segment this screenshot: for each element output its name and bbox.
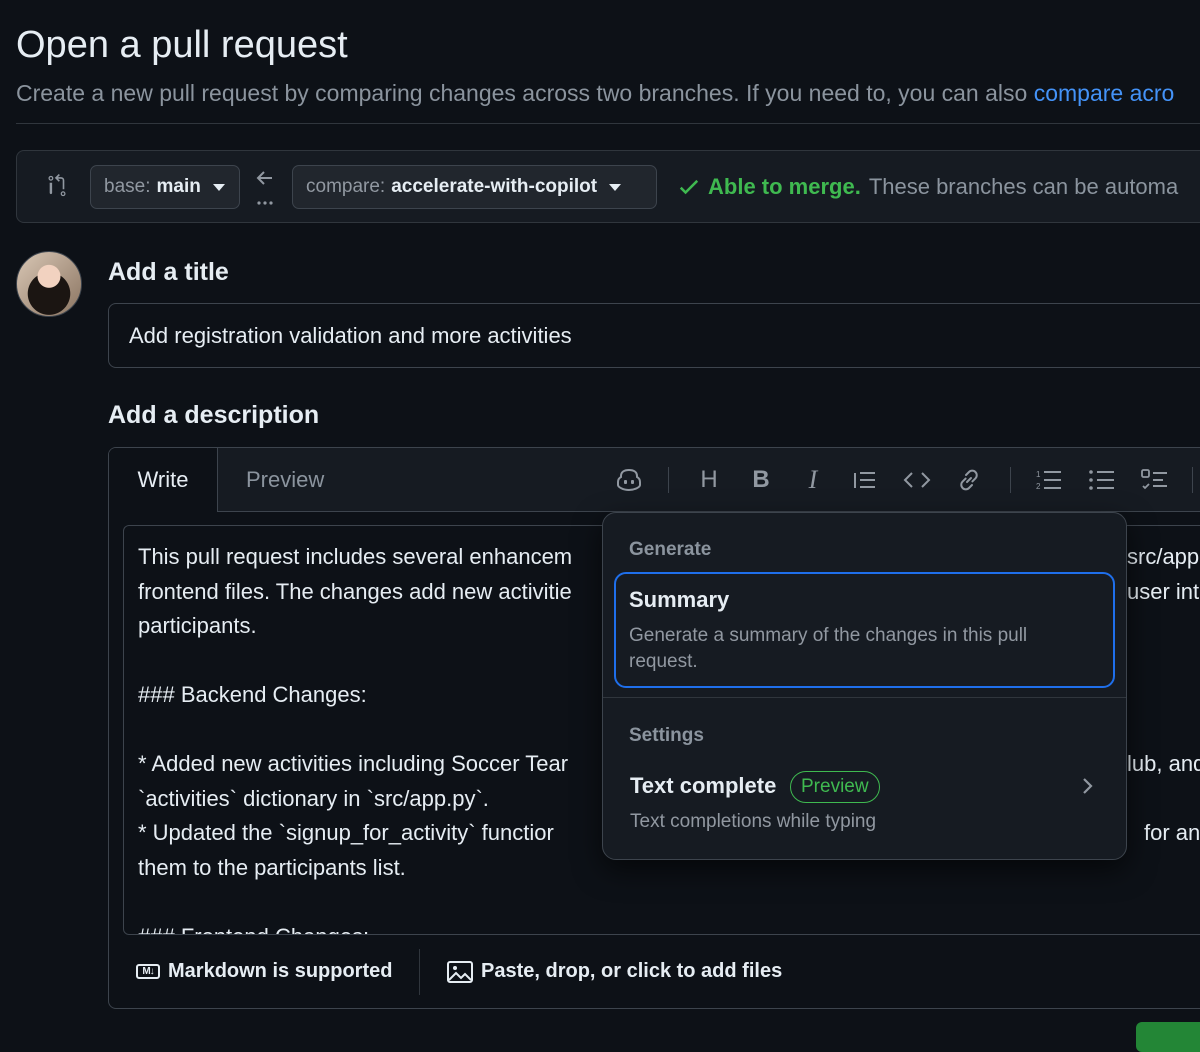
text-fragment: lub, and (1127, 751, 1200, 776)
italic-icon[interactable]: I (796, 463, 830, 497)
settings-section-label: Settings (629, 725, 704, 746)
unordered-list-icon[interactable] (1085, 463, 1119, 497)
merge-status: Able to merge. These branches can be aut… (678, 174, 1178, 200)
bold-icon[interactable]: B (744, 463, 778, 497)
markdown-supported-text: Markdown is supported (168, 960, 393, 982)
add-files-text: Paste, drop, or click to add files (481, 960, 783, 982)
footer-divider (419, 949, 420, 995)
chevron-right-icon (1078, 774, 1096, 803)
description-line: ### Frontend Changes: (138, 920, 1200, 935)
link-icon[interactable] (952, 463, 986, 497)
text-fragment: user into (1127, 578, 1200, 604)
text-complete-description: Text completions while typing (630, 811, 877, 832)
caret-down-icon (212, 183, 225, 191)
preview-badge: Preview (790, 771, 880, 803)
compare-value: accelerate-with-copilot (391, 176, 598, 197)
caret-down-icon (609, 183, 622, 191)
base-branch-dropdown[interactable]: base: main (90, 165, 240, 209)
menu-divider (603, 697, 1126, 698)
arrow-left-icon (254, 168, 276, 213)
heading-icon[interactable]: H (692, 463, 726, 497)
quote-icon[interactable] (848, 463, 882, 497)
merge-ok-text: Able to merge. (708, 174, 861, 199)
header-divider (16, 123, 1200, 124)
toolbar-divider (1010, 467, 1011, 493)
description-line (138, 885, 1200, 920)
copilot-icon[interactable] (612, 463, 646, 497)
text-complete-title: Text complete (630, 773, 777, 798)
compare-label: compare: (306, 176, 386, 197)
title-input-value: Add registration validation and more act… (129, 322, 572, 348)
text-fragment: src/app (1127, 544, 1200, 569)
ordered-list-icon[interactable]: 12 (1032, 463, 1066, 497)
git-compare-icon (44, 173, 70, 204)
base-value: main (156, 176, 201, 197)
code-icon[interactable] (900, 463, 934, 497)
title-input[interactable]: Add registration validation and more act… (108, 303, 1200, 368)
tab-preview[interactable]: Preview (246, 467, 324, 493)
base-label: base: (104, 176, 151, 197)
summary-title: Summary (629, 587, 730, 612)
merge-status-text: These branches can be automa (868, 174, 1179, 199)
add-description-heading: Add a description (108, 401, 320, 429)
compare-branch-dropdown[interactable]: compare: accelerate-with-copilot (292, 165, 657, 209)
add-title-heading: Add a title (108, 258, 229, 286)
toolbar-divider (1192, 467, 1193, 493)
avatar[interactable] (16, 251, 82, 317)
task-list-icon[interactable] (1138, 463, 1172, 497)
image-icon (447, 960, 473, 983)
markdown-supported-link[interactable]: M↓ Markdown is supported (136, 960, 392, 983)
compare-across-forks-link[interactable]: compare acro (1034, 80, 1175, 106)
svg-text:1: 1 (1036, 470, 1041, 479)
check-icon (679, 179, 699, 195)
subtitle-text: Create a new pull request by comparing c… (16, 80, 1034, 106)
markdown-icon: M↓ (136, 964, 160, 979)
generate-section-label: Generate (629, 539, 712, 560)
summary-description: Generate a summary of the changes in thi… (629, 625, 1028, 672)
page-title: Open a pull request (16, 24, 348, 66)
page-subtitle: Create a new pull request by comparing c… (16, 80, 1174, 107)
toolbar-divider (668, 467, 669, 493)
tab-write[interactable]: Write (109, 448, 218, 512)
create-pull-request-button[interactable] (1136, 1022, 1200, 1052)
svg-text:2: 2 (1036, 482, 1041, 491)
add-files-button[interactable]: Paste, drop, or click to add files (447, 960, 782, 983)
text-fragment: for an (1144, 820, 1200, 845)
